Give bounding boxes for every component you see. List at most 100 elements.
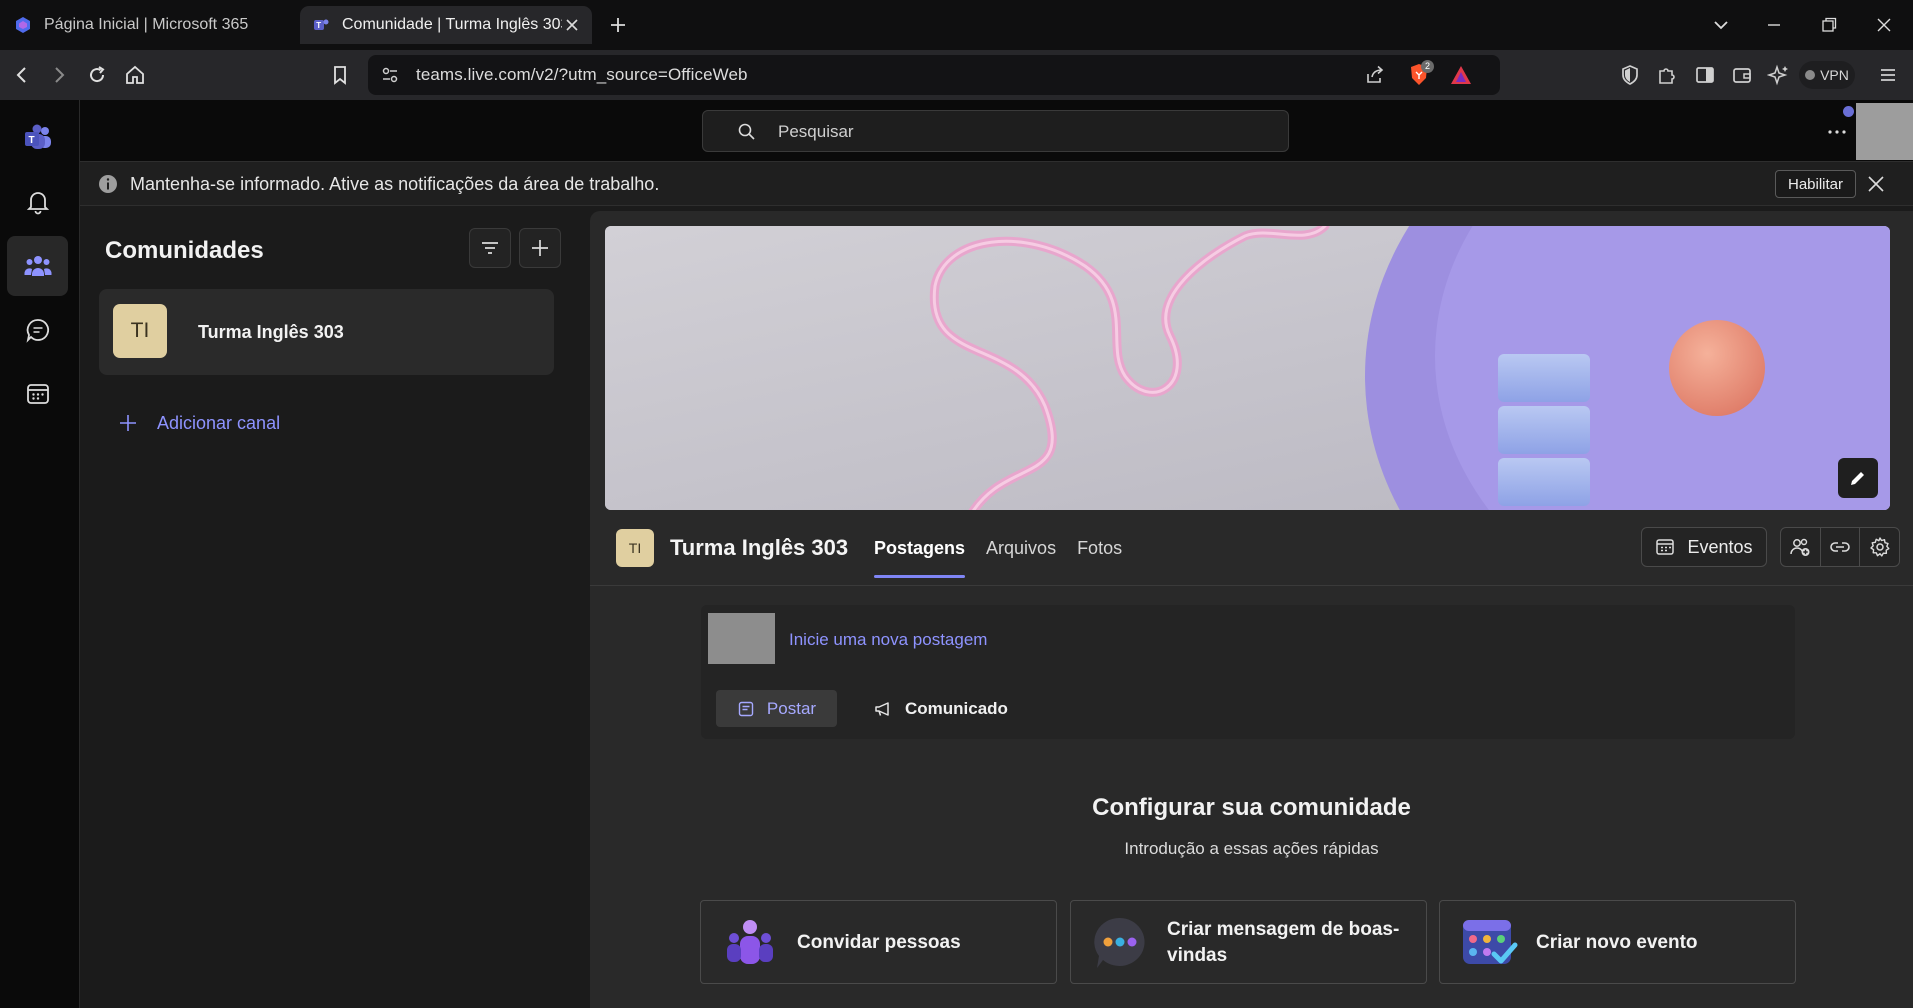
post-button[interactable]: Postar xyxy=(716,690,837,727)
brave-shields-button[interactable]: 2 xyxy=(1408,60,1434,87)
browser-tab-title: Página Inicial | Microsoft 365 xyxy=(44,16,249,33)
community-list-item[interactable]: TI Turma Inglês 303 xyxy=(99,289,554,375)
welcome-message-card[interactable]: Criar mensagem de boas-vindas xyxy=(1070,900,1427,984)
invite-people-card[interactable]: Convidar pessoas xyxy=(700,900,1057,984)
calendar-icon xyxy=(26,384,49,404)
edit-banner-button[interactable] xyxy=(1838,458,1878,498)
manage-members-button[interactable] xyxy=(1781,528,1821,566)
add-channel-plus-icon xyxy=(120,415,136,431)
app-rail: T xyxy=(0,100,80,1008)
community-avatar: TI xyxy=(113,304,167,358)
browser-menu-icon[interactable] xyxy=(1876,63,1900,87)
search-input[interactable]: Pesquisar xyxy=(702,110,1289,152)
community-header-name: Turma Inglês 303 xyxy=(670,535,849,560)
events-button[interactable]: Eventos xyxy=(1641,527,1767,567)
events-label: Eventos xyxy=(1687,536,1753,557)
browser-tab-strip: Página Inicial | Microsoft 365 T Comunid… xyxy=(0,0,1913,50)
add-community-button[interactable] xyxy=(519,228,561,268)
bell-icon xyxy=(26,192,49,215)
teams-logo[interactable]: T xyxy=(7,108,68,168)
browser-tab-title: Comunidade | Turma Inglês 303 xyxy=(342,16,562,33)
back-icon[interactable] xyxy=(10,63,34,87)
new-event-card[interactable]: Criar novo evento xyxy=(1439,900,1796,984)
copy-link-button[interactable] xyxy=(1821,528,1861,566)
add-channel-link[interactable]: Adicionar canal xyxy=(117,412,280,434)
microsoft365-icon xyxy=(16,17,30,33)
events-calendar-icon xyxy=(1656,539,1675,555)
vpn-label: VPN xyxy=(1820,67,1849,83)
close-tab-icon[interactable] xyxy=(562,15,582,35)
filter-icon xyxy=(482,242,498,254)
setup-subtitle: Introdução a essas ações rápidas xyxy=(1124,839,1379,858)
announcement-label: Comunicado xyxy=(905,698,1008,718)
community-settings-button[interactable] xyxy=(1860,528,1899,566)
wallet-icon[interactable] xyxy=(1730,63,1754,87)
close-notification-icon[interactable] xyxy=(1865,173,1887,195)
leo-ai-icon[interactable] xyxy=(1767,63,1791,87)
presence-dot-icon xyxy=(1843,106,1854,117)
vpn-button[interactable]: VPN xyxy=(1799,61,1855,89)
megaphone-icon xyxy=(875,701,889,716)
rail-chat[interactable] xyxy=(7,300,68,360)
community-header-avatar: TI xyxy=(616,529,654,567)
info-icon xyxy=(99,175,117,193)
notification-bar: Mantenha-se informado. Ative as notifica… xyxy=(80,162,1913,206)
new-event-icon xyxy=(1463,920,1518,964)
brave-rewards-icon[interactable] xyxy=(1450,65,1472,85)
banner-art xyxy=(605,226,1890,510)
communities-pane: Comunidades TI Turma Inglês 303 Adiciona… xyxy=(81,207,581,1008)
link-icon xyxy=(1830,542,1850,552)
tab-fotos[interactable]: Fotos xyxy=(1077,538,1122,578)
community-tabs: Postagens Arquivos Fotos xyxy=(874,538,1122,578)
setup-title: Configurar sua comunidade xyxy=(1092,794,1411,821)
restore-icon[interactable] xyxy=(1817,13,1841,37)
people-add-icon xyxy=(1790,538,1810,556)
tab-arquivos[interactable]: Arquivos xyxy=(986,538,1056,578)
window-close-icon[interactable] xyxy=(1872,13,1896,37)
reload-icon[interactable] xyxy=(85,63,109,87)
teams-logo-icon: T xyxy=(24,124,51,149)
post-label: Postar xyxy=(766,698,817,718)
new-event-label: Criar novo evento xyxy=(1536,932,1698,953)
tab-postagens[interactable]: Postagens xyxy=(874,538,966,578)
svg-text:T: T xyxy=(28,135,34,146)
share-icon[interactable] xyxy=(1364,64,1386,86)
site-settings-icon[interactable] xyxy=(380,65,400,85)
header-divider xyxy=(590,585,1913,586)
enable-notifications-button[interactable]: Habilitar xyxy=(1775,170,1857,198)
gear-icon xyxy=(1869,537,1890,557)
tab-list-chevron-icon[interactable] xyxy=(1709,13,1733,37)
rail-activity[interactable] xyxy=(7,172,68,232)
announcement-button[interactable]: Comunicado xyxy=(873,690,1008,727)
url-text: teams.live.com/v2/?utm_source=OfficeWeb xyxy=(416,65,748,84)
rail-calendar[interactable] xyxy=(7,364,68,424)
community-action-group xyxy=(1780,527,1900,567)
forward-icon[interactable] xyxy=(47,63,71,87)
new-tab-icon[interactable] xyxy=(606,13,630,37)
rail-communities[interactable] xyxy=(7,236,68,296)
new-post-prompt[interactable]: Inicie uma nova postagem xyxy=(789,630,987,650)
search-placeholder: Pesquisar xyxy=(778,122,854,141)
post-icon xyxy=(738,701,754,716)
user-avatar xyxy=(708,613,775,664)
shield-extension-icon[interactable] xyxy=(1618,63,1642,87)
teams-top-bar: Pesquisar xyxy=(80,100,1913,162)
invite-people-icon xyxy=(727,920,773,964)
community-main-panel: TI Turma Inglês 303 Postagens Arquivos F… xyxy=(590,211,1913,1008)
new-post-composer: Inicie uma nova postagem Postar Comunica… xyxy=(701,605,1795,739)
sidebar-toggle-icon[interactable] xyxy=(1693,63,1717,87)
browser-toolbar: teams.live.com/v2/?utm_source=OfficeWeb … xyxy=(0,50,1913,100)
more-options-icon[interactable] xyxy=(1826,121,1848,143)
browser-tab-community[interactable]: T Comunidade | Turma Inglês 303 xyxy=(300,6,592,44)
community-name: Turma Inglês 303 xyxy=(198,322,344,342)
filter-button[interactable] xyxy=(469,228,511,268)
communities-title: Comunidades xyxy=(105,237,264,264)
minimize-icon[interactable] xyxy=(1762,13,1786,37)
bookmark-icon[interactable] xyxy=(328,63,352,87)
extensions-puzzle-icon[interactable] xyxy=(1655,63,1679,87)
browser-tab-home[interactable]: Página Inicial | Microsoft 365 xyxy=(2,6,298,44)
home-icon[interactable] xyxy=(123,63,147,87)
shields-count-badge: 2 xyxy=(1421,60,1434,73)
profile-avatar[interactable] xyxy=(1856,103,1913,160)
address-bar[interactable]: teams.live.com/v2/?utm_source=OfficeWeb … xyxy=(368,55,1500,95)
